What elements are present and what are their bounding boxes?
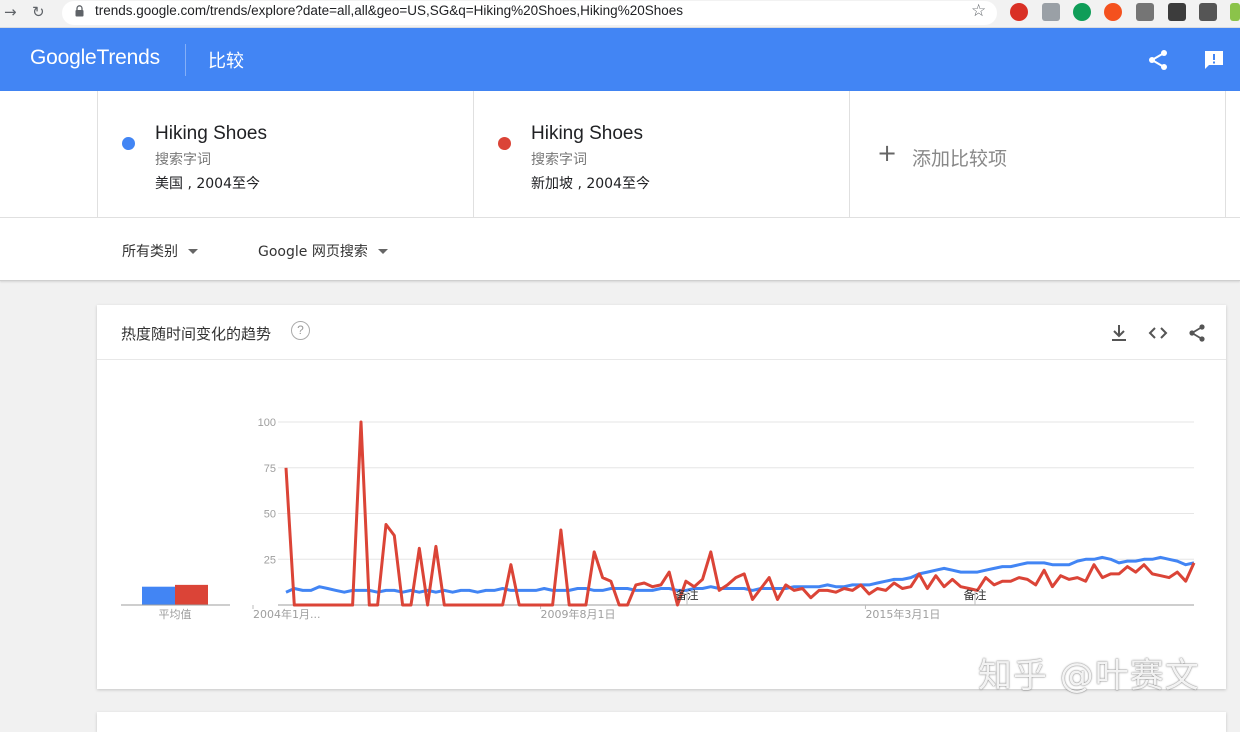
add-comparison-button[interactable]: + 添加比较项: [849, 91, 1226, 217]
app-header: GoogleTrends 比较: [0, 28, 1240, 91]
add-comparison-label: 添加比较项: [912, 148, 1008, 170]
logo-trends-text: Trends: [96, 46, 161, 69]
camera-extension-icon[interactable]: [1136, 3, 1154, 21]
annotation-label: 备注: [964, 588, 987, 602]
x-tick-label: 2009年8月1日: [541, 607, 616, 621]
lock-icon: [75, 5, 84, 17]
x-tick-label: 2004年1月...: [253, 607, 320, 621]
category-label: 所有类别: [122, 244, 178, 260]
y-tick-label: 50: [264, 509, 276, 521]
series-color-dot: [122, 137, 135, 150]
y-tick-label: 25: [264, 554, 276, 566]
forward-icon[interactable]: →: [4, 3, 17, 21]
page-title: 比较: [208, 51, 244, 72]
plus-icon: +: [877, 139, 898, 167]
feedback-icon[interactable]: [1202, 48, 1226, 72]
share-icon[interactable]: [1146, 48, 1170, 72]
term-name: Hiking Shoes: [155, 123, 267, 144]
term-kind: 搜索字词: [155, 152, 211, 168]
term-card[interactable]: Hiking Shoes 搜索字词 新加坡 , 2004至今: [473, 91, 849, 217]
term-card[interactable]: Hiking Shoes 搜索字词 美国 , 2004至今: [97, 91, 473, 217]
extension-icon[interactable]: [1168, 3, 1186, 21]
term-meta: 新加坡 , 2004至今: [531, 176, 650, 192]
header-divider: [185, 44, 186, 76]
adblock-extension-icon[interactable]: [1010, 3, 1028, 21]
average-label: 平均值: [159, 608, 192, 621]
reload-icon[interactable]: ↻: [32, 3, 45, 21]
extension-icon[interactable]: [1199, 3, 1217, 21]
watermark: 知乎 @叶赛文: [978, 656, 1200, 696]
x-tick-label: 2015年3月1日: [865, 607, 940, 621]
dropdown-caret-icon: [377, 249, 388, 254]
search-type-label: Google 网页搜索: [258, 244, 368, 260]
extension-icon[interactable]: [1104, 3, 1122, 21]
category-dropdown[interactable]: 所有类别: [122, 241, 198, 261]
compare-terms-panel: Hiking Shoes 搜索字词 美国 , 2004至今 Hiking Sho…: [0, 91, 1240, 281]
evernote-extension-icon[interactable]: [1073, 3, 1091, 21]
next-card: [97, 712, 1226, 732]
extension-icon[interactable]: [1042, 3, 1060, 21]
logo-google-text: Google: [30, 46, 97, 69]
term-kind: 搜索字词: [531, 152, 587, 168]
divider: [0, 217, 1240, 218]
url-text: trends.google.com/trends/explore?date=al…: [95, 3, 683, 18]
extension-icon[interactable]: [1230, 3, 1240, 21]
bookmark-star-icon[interactable]: ☆: [971, 1, 986, 21]
dropdown-caret-icon: [188, 249, 198, 254]
y-tick-label: 100: [258, 417, 276, 429]
browser-toolbar: → ↻ trends.google.com/trends/explore?dat…: [0, 0, 1240, 28]
annotation-label: 备注: [676, 588, 699, 602]
google-trends-logo[interactable]: GoogleTrends: [30, 46, 160, 70]
interest-over-time-card: 热度随时间变化的趋势 ? 100 75 50 25 2004年1月... 2009年8月1…: [97, 305, 1226, 689]
term-name: Hiking Shoes: [531, 123, 643, 144]
y-tick-label: 75: [264, 463, 276, 475]
series-color-dot: [498, 137, 511, 150]
average-bar: [175, 584, 208, 605]
term-meta: 美国 , 2004至今: [155, 176, 260, 192]
trend-chart: 100 75 50 25 2004年1月... 2009年8月1日 2015年3月1日 备注 备…: [121, 417, 1196, 621]
average-bar: [142, 586, 175, 605]
search-type-dropdown[interactable]: Google 网页搜索: [258, 241, 388, 261]
